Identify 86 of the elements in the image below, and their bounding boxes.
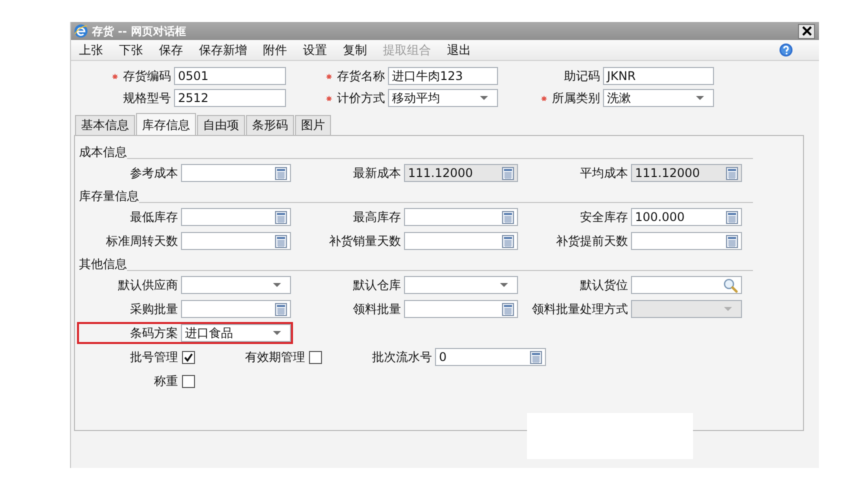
dropdown[interactable]: 移动平均 (388, 89, 498, 107)
toolbar-button[interactable]: 保存 (153, 42, 189, 58)
section-title: 其他信息 (79, 256, 127, 273)
field-label: 规格型号 (123, 90, 171, 106)
caret-icon (480, 96, 488, 100)
calculator-icon[interactable] (275, 210, 287, 224)
toolbar-button[interactable]: 上张 (73, 42, 109, 58)
toolbar-button[interactable]: 设置 (297, 42, 333, 58)
field-label: 计价方式 (337, 90, 385, 106)
caret-icon (724, 307, 732, 311)
input-field[interactable]: 100.000 (631, 208, 742, 226)
field-label: 最低库存 (130, 208, 178, 226)
dropdown[interactable]: 洗漱 (603, 89, 714, 107)
close-button[interactable] (798, 24, 815, 38)
caret-icon (500, 283, 508, 287)
tab[interactable]: 条形码 (246, 115, 294, 135)
field-label: 最新成本 (353, 164, 401, 182)
field-label: 补货提前天数 (556, 232, 628, 250)
input-field[interactable] (181, 164, 291, 182)
field-label: 批号管理 (130, 348, 178, 366)
field-label: 条码方案 (130, 324, 178, 342)
calculator-icon[interactable] (726, 234, 738, 248)
field-label: 标准周转天数 (106, 232, 178, 250)
tab[interactable]: 库存信息 (136, 113, 196, 135)
field-label: 参考成本 (130, 164, 178, 182)
input-field[interactable]: 2512 (174, 89, 286, 107)
input-field[interactable] (631, 276, 742, 294)
tab[interactable]: 自由项 (197, 115, 245, 135)
input-field[interactable] (181, 208, 291, 226)
tab[interactable]: 基本信息 (75, 115, 135, 135)
input-field[interactable] (404, 300, 518, 318)
dropdown[interactable] (404, 276, 518, 294)
window-title: 存货 -- 网页对话框 (92, 24, 186, 38)
input-field[interactable] (404, 208, 518, 226)
input-field[interactable] (181, 232, 291, 250)
field-label: 默认货位 (580, 276, 628, 294)
input-field[interactable] (181, 300, 291, 318)
caret-icon (273, 283, 281, 287)
checkbox[interactable] (182, 374, 195, 388)
input-field[interactable]: 进口牛肉123 (388, 67, 498, 85)
calculator-icon[interactable] (726, 210, 738, 224)
checkbox[interactable] (182, 350, 195, 364)
section-title: 成本信息 (79, 144, 127, 161)
input-field[interactable]: JKNR (603, 67, 714, 85)
input-field[interactable]: 0501 (174, 67, 286, 85)
calculator-icon[interactable] (530, 350, 542, 364)
field-label: 默认供应商 (118, 276, 178, 294)
toolbar-button[interactable]: 退出 (441, 42, 477, 58)
input-field[interactable]: 0 (435, 348, 546, 366)
dropdown[interactable] (181, 276, 291, 294)
search-icon[interactable] (723, 278, 738, 292)
field-label: 安全库存 (580, 208, 628, 226)
browser-icon (74, 24, 88, 38)
help-icon[interactable] (779, 43, 793, 57)
field-label: 存货编码 (123, 68, 171, 84)
field-label: 采购批量 (130, 300, 178, 318)
field-label: 默认仓库 (353, 276, 401, 294)
field-label: 所属类别 (552, 90, 600, 106)
caret-icon (696, 96, 704, 100)
field-label: 称重 (154, 372, 178, 390)
checkbox[interactable] (309, 350, 322, 364)
input-field[interactable] (404, 232, 518, 250)
calculator-icon[interactable] (275, 166, 287, 180)
calculator-icon[interactable] (275, 234, 287, 248)
field-label: 补货销量天数 (329, 232, 401, 250)
toolbar-button[interactable]: 复制 (337, 42, 373, 58)
calculator-icon[interactable] (502, 234, 514, 248)
input-field[interactable] (631, 232, 742, 250)
field-label: 最高库存 (353, 208, 401, 226)
calculator-icon[interactable] (502, 302, 514, 316)
toolbar-button[interactable]: 附件 (257, 42, 293, 58)
toolbar-button[interactable]: 保存新增 (193, 42, 253, 58)
field-label: 批次流水号 (372, 348, 432, 366)
field-label: 有效期管理 (245, 348, 305, 366)
field-label: 平均成本 (580, 164, 628, 182)
field-label: 存货名称 (337, 68, 385, 84)
tab[interactable]: 图片 (295, 115, 331, 135)
section-title: 库存量信息 (79, 188, 139, 205)
field-label: 助记码 (564, 68, 600, 84)
calculator-icon[interactable] (275, 302, 287, 316)
field-label: 领料批量 (353, 300, 401, 318)
toolbar-button[interactable]: 下张 (113, 42, 149, 58)
calculator-icon[interactable] (502, 210, 514, 224)
field-label: 领料批量处理方式 (532, 300, 628, 318)
dropdown[interactable]: 进口食品 (181, 324, 291, 342)
caret-icon (273, 331, 281, 335)
